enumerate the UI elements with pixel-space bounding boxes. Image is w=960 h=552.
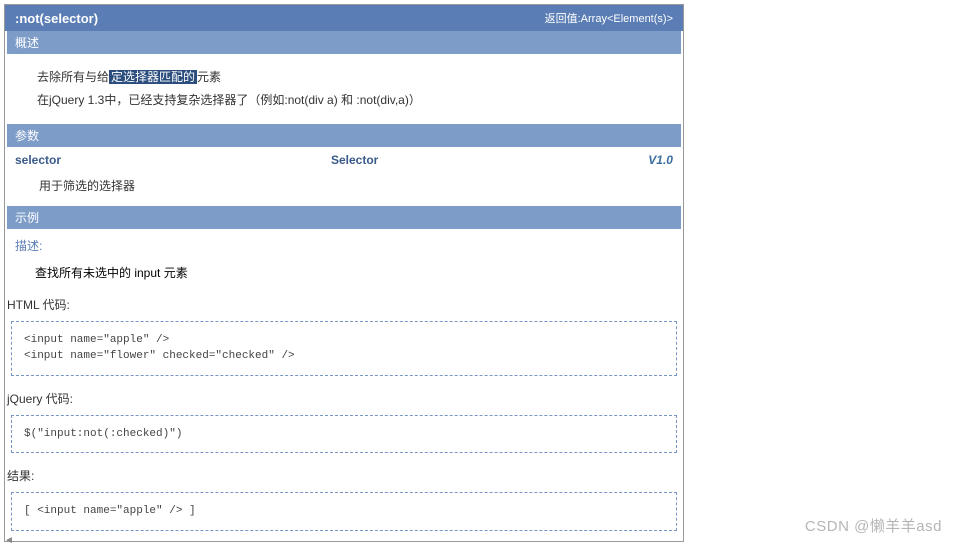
watermark: CSDN @懒羊羊asd (805, 515, 942, 536)
param-version: V1.0 (648, 153, 673, 167)
overview-line1: 去除所有与给定选择器匹配的元素 (13, 68, 675, 87)
page-header: :not(selector) 返回值:Array<Element(s)> (5, 5, 683, 31)
html-label: HTML 代码: (5, 292, 683, 317)
jquery-label: jQuery 代码: (5, 386, 683, 411)
section-overview-header: 概述 (7, 31, 681, 54)
jquery-code-box: $("input:not(:checked)") (11, 415, 677, 454)
overview-suffix: 元素 (197, 70, 221, 84)
overview-line2: 在jQuery 1.3中，已经支持复杂选择器了（例如:not(div a) 和 … (13, 91, 675, 110)
page-title: :not(selector) (15, 11, 98, 26)
doc-container: :not(selector) 返回值:Array<Element(s)> 概述 … (4, 4, 684, 542)
section-overview-body: 去除所有与给定选择器匹配的元素 在jQuery 1.3中，已经支持复杂选择器了（… (7, 56, 681, 122)
param-desc: 用于筛选的选择器 (7, 173, 681, 206)
overview-highlight[interactable]: 定选择器匹配的 (109, 70, 197, 84)
section-params-header: 参数 (7, 124, 681, 147)
result-label: 结果: (5, 463, 683, 488)
return-value: 返回值:Array<Element(s)> (545, 10, 673, 26)
result-code-box: [ <input name="apple" /> ] (11, 492, 677, 531)
section-example-header: 示例 (7, 206, 681, 229)
param-type: Selector (331, 153, 378, 167)
param-row: selector Selector V1.0 (7, 149, 681, 171)
param-name: selector (15, 153, 61, 167)
overview-prefix: 去除所有与给 (37, 70, 109, 84)
scroll-left-arrow[interactable]: ◄ (4, 535, 14, 546)
html-code-box: <input name="apple" /> <input name="flow… (11, 321, 677, 376)
example-subheader: 描述: (7, 231, 681, 260)
example-desc: 查找所有未选中的 input 元素 (5, 264, 683, 287)
